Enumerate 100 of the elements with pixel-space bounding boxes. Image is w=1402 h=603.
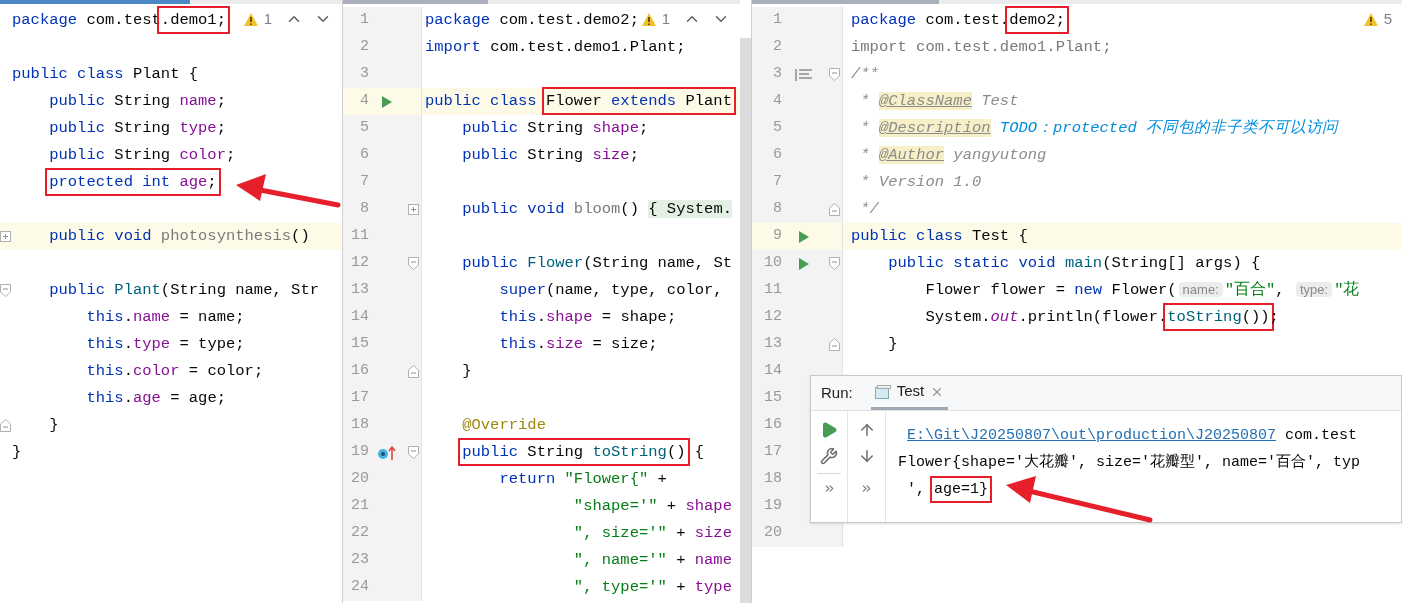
line-number: 7 — [359, 172, 369, 193]
code-line: public void bloom() { System. — [461, 198, 732, 220]
line-number: 1 — [772, 10, 782, 31]
line-number: 23 — [350, 550, 369, 571]
code-line: import com.test.demo1.Plant; — [850, 36, 1112, 58]
fold-end-icon[interactable] — [828, 338, 840, 351]
code-line: } — [48, 414, 59, 436]
code-line: package com.test.demo2; — [424, 9, 639, 31]
code-line: * @Author yangyutong — [859, 144, 1047, 166]
run-label: Run: — [821, 382, 853, 403]
line-number: 6 — [772, 145, 782, 166]
override-icon[interactable] — [377, 444, 397, 461]
code-line: "shape='" + shape — [572, 495, 732, 517]
line-number: 11 — [350, 226, 369, 247]
line-number: 20 — [763, 523, 782, 544]
line-number: 8 — [772, 199, 782, 220]
code-line: ", name='" + name — [572, 549, 732, 571]
code-line: import com.test.demo1.Plant; — [424, 36, 686, 58]
line-number: 18 — [350, 415, 369, 436]
line-number: 2 — [772, 37, 782, 58]
fold-end-icon[interactable] — [828, 203, 840, 216]
fold-collapse-icon[interactable] — [828, 68, 840, 81]
line-number: 8 — [359, 199, 369, 220]
line-number: 14 — [763, 361, 782, 382]
doc-render-icon[interactable] — [795, 67, 813, 82]
code-line: } — [12, 441, 22, 463]
code-line: this.size = size; — [498, 333, 658, 355]
warning-icon[interactable] — [1362, 11, 1379, 27]
code-line: * Version 1.0 — [859, 171, 982, 193]
code-line: */ — [859, 198, 879, 220]
warning-icon[interactable] — [242, 11, 259, 27]
fold-expand-icon[interactable] — [0, 231, 11, 242]
fold-end-icon[interactable] — [0, 419, 11, 432]
code-line: public class Test { — [850, 225, 1028, 247]
line-number: 24 — [350, 577, 369, 598]
code-line: public Flower(String name, St — [461, 252, 732, 274]
scrollbar[interactable] — [740, 38, 751, 603]
code-line: /** — [850, 63, 879, 85]
rerun-icon[interactable] — [820, 421, 838, 439]
line-number: 19 — [763, 496, 782, 517]
line-number: 17 — [763, 442, 782, 463]
line-number: 7 — [772, 172, 782, 193]
code-line: this.type = type; — [85, 333, 245, 355]
code-line: public Plant(String name, Str — [48, 279, 319, 301]
code-line: public String name; — [48, 90, 226, 112]
line-number: 18 — [763, 469, 782, 490]
code-line: super(name, type, color, — [498, 279, 723, 301]
line-number: 13 — [350, 280, 369, 301]
line-number: 2 — [359, 37, 369, 58]
console-icon — [874, 384, 891, 399]
line-number: 16 — [350, 361, 369, 382]
console-line: E:\Git\J20250807\out\production\J20250807 com.test — [906, 426, 1358, 447]
line-number: 9 — [772, 226, 782, 247]
code-line: public class Plant { — [12, 63, 199, 85]
line-number: 12 — [350, 253, 369, 274]
line-number: 4 — [772, 91, 782, 112]
line-number: 14 — [350, 307, 369, 328]
code-line: } — [461, 360, 472, 382]
fold-collapse-icon[interactable] — [828, 257, 840, 270]
code-line: return "Flower{" + — [498, 468, 667, 490]
code-line: this.age = age; — [85, 387, 226, 409]
warning-count: 5 — [1383, 9, 1392, 29]
code-line: ", type='" + type — [572, 576, 732, 598]
code-line: System.out.println(flower.toString()); — [843, 305, 1279, 330]
console-line: Flower{shape='大花瓣', size='花瓣型', name='百合', typ — [898, 452, 1361, 474]
code-line: public String type; — [48, 117, 226, 139]
code-line: public String shape; — [461, 117, 649, 139]
fold-collapse-icon[interactable] — [407, 446, 419, 459]
warning-count: 1 — [661, 9, 670, 29]
run-tab[interactable]: Test — [870, 376, 949, 410]
line-number: 22 — [350, 523, 369, 544]
line-number: 5 — [359, 118, 369, 139]
fold-collapse-icon[interactable] — [0, 284, 11, 297]
code-line: public String color; — [48, 144, 236, 166]
line-number: 10 — [763, 253, 782, 274]
run-icon[interactable] — [798, 229, 810, 244]
line-number: 17 — [350, 388, 369, 409]
line-number: 21 — [350, 496, 369, 517]
line-number: 3 — [359, 64, 369, 85]
fold-expand-icon[interactable] — [407, 204, 419, 215]
run-icon[interactable] — [381, 94, 393, 109]
code-line: @Override — [461, 414, 546, 436]
fold-collapse-icon[interactable] — [407, 257, 419, 270]
run-icon[interactable] — [798, 256, 810, 271]
line-number: 3 — [772, 64, 782, 85]
wrench-icon[interactable] — [820, 447, 838, 465]
warning-icon[interactable] — [640, 11, 657, 27]
code-line: Flower flower = new Flower( name: "百合", type: "花 — [924, 279, 1360, 301]
code-line: public String size; — [461, 144, 639, 166]
line-number: 12 — [763, 307, 782, 328]
line-number: 6 — [359, 145, 369, 166]
code-line: } — [887, 333, 898, 355]
code-line: ", size='" + size — [572, 522, 732, 544]
line-number: 13 — [763, 334, 782, 355]
more-icon[interactable] — [860, 482, 873, 495]
line-number: 11 — [763, 280, 782, 301]
line-number: 19 — [350, 442, 369, 463]
fold-end-icon[interactable] — [407, 365, 419, 378]
line-number: 20 — [350, 469, 369, 490]
line-number: 16 — [763, 415, 782, 436]
